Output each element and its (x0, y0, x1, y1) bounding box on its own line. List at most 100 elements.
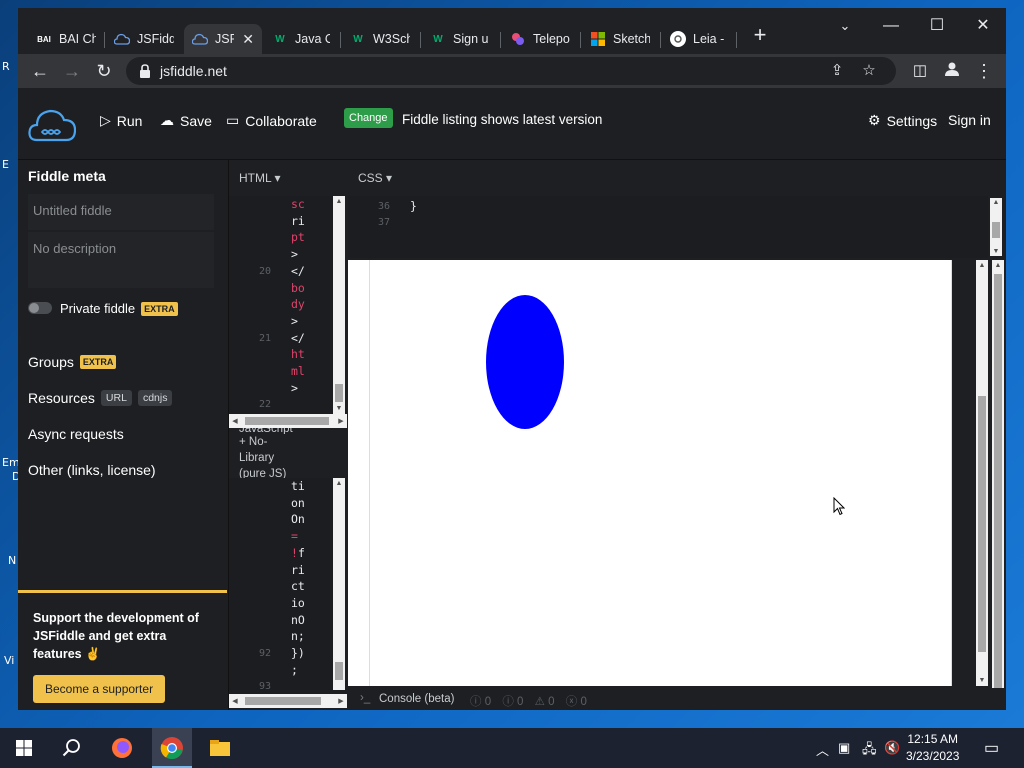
tab-jsfiddle-active[interactable]: JSFi ✕ (184, 24, 262, 54)
tab-search-chevron-icon[interactable]: ⌄ (822, 14, 868, 38)
scroll-right-arrow[interactable]: ▶ (335, 697, 347, 705)
tab-java[interactable]: W Java O (264, 24, 338, 54)
code-line: = (291, 529, 298, 544)
js-code-editor[interactable]: ti on On = !f ri ct io nO n; 92}); 93 (229, 478, 335, 692)
run-button[interactable]: ▷ Run (100, 112, 142, 129)
chrome-taskbar-button[interactable] (152, 728, 192, 768)
page-vertical-scrollbar[interactable]: ▲ ▼ (992, 260, 1004, 710)
sidebar-item-groups[interactable]: Groups EXTRA (28, 354, 117, 370)
settings-button[interactable]: ⚙ Settings (868, 112, 937, 129)
scroll-thumb[interactable] (335, 384, 343, 402)
back-button[interactable]: ← (28, 59, 52, 83)
scroll-thumb[interactable] (245, 697, 321, 705)
code-line: !f (291, 545, 305, 560)
show-hidden-icons-chevron-icon[interactable]: ︿ (816, 740, 829, 759)
js-horizontal-scrollbar[interactable]: ◀ ▶ (229, 694, 347, 708)
close-icon[interactable]: ✕ (242, 31, 254, 48)
result-frame[interactable] (370, 260, 952, 686)
js-panel-label[interactable]: JavaScript + No- Library (pure JS) (239, 428, 297, 482)
sidebar-item-async[interactable]: Async requests (28, 426, 124, 442)
scroll-left-arrow[interactable]: ◀ (229, 697, 241, 705)
scroll-down-arrow[interactable]: ▼ (990, 248, 1002, 255)
scroll-thumb[interactable] (992, 222, 1000, 238)
scroll-thumb[interactable] (994, 274, 1002, 694)
sign-in-button[interactable]: Sign in (948, 112, 991, 128)
scroll-up-arrow[interactable]: ▲ (333, 198, 345, 205)
tab-strip: BAI BAI Ch JSFiddl JSFi ✕ W Java O W W3S… (18, 8, 1006, 54)
scroll-down-arrow[interactable]: ▼ (976, 677, 988, 684)
jsfiddle-cloud-icon (114, 31, 130, 47)
html-panel-label[interactable]: HTML ▾ (239, 171, 281, 185)
share-icon[interactable]: ⇪ (828, 62, 846, 80)
volume-muted-icon[interactable]: 🔇 (884, 740, 900, 756)
scroll-thumb[interactable] (245, 417, 329, 425)
desktop-icon-label[interactable]: N (8, 554, 16, 567)
url-badge[interactable]: URL (100, 390, 132, 406)
tab-leia[interactable]: Leia - (662, 24, 736, 54)
profile-icon[interactable] (940, 59, 964, 83)
clock-time: 12:15 AM (907, 732, 959, 746)
scroll-up-arrow[interactable]: ▲ (992, 262, 1004, 269)
desktop-icon-label[interactable]: R (2, 60, 10, 73)
search-icon[interactable] (58, 734, 86, 762)
close-window-button[interactable]: ✕ (960, 14, 1006, 38)
scroll-up-arrow[interactable]: ▲ (333, 480, 345, 487)
jsfiddle-logo-icon[interactable] (28, 108, 77, 147)
result-vertical-scrollbar[interactable]: ▲ ▼ (976, 260, 988, 686)
network-icon[interactable]: 🖧 (862, 740, 877, 762)
private-toggle[interactable] (28, 302, 52, 314)
save-button[interactable]: ☁ Save (160, 112, 212, 129)
css-code-editor[interactable]: 36} 37 (348, 196, 988, 258)
firefox-icon[interactable] (108, 734, 136, 762)
bookmark-star-icon[interactable]: ☆ (860, 62, 878, 80)
notification-icon[interactable]: ▭ (984, 738, 999, 758)
menu-dots-icon[interactable]: ⋮ (972, 59, 996, 83)
become-supporter-button[interactable]: Become a supporter (33, 675, 166, 703)
fiddle-description-field[interactable]: No description (28, 232, 214, 288)
tab-teleport[interactable]: Telepo (502, 24, 578, 54)
html-horizontal-scrollbar[interactable]: ◀ ▶ (229, 414, 347, 428)
scroll-thumb[interactable] (978, 396, 986, 652)
side-panel-icon[interactable]: ◫ (908, 59, 932, 83)
desktop-icon-label[interactable]: E (2, 158, 9, 171)
tab-w3schools[interactable]: W W3Sch (342, 24, 418, 54)
scroll-down-arrow[interactable]: ▼ (333, 405, 345, 412)
scroll-right-arrow[interactable]: ▶ (335, 417, 347, 425)
tab-sketch[interactable]: Sketch (582, 24, 658, 54)
clock[interactable]: 12:15 AM 3/23/2023 (906, 731, 959, 765)
scroll-left-arrow[interactable]: ◀ (229, 417, 241, 425)
js-label-line: + No- (239, 436, 268, 448)
sidebar-item-other[interactable]: Other (links, license) (28, 462, 156, 478)
address-bar[interactable]: jsfiddle.net ⇪ ☆ (126, 57, 896, 85)
code-line: ri (291, 213, 305, 228)
js-vertical-scrollbar[interactable]: ▲ (333, 478, 345, 690)
desktop-icon-label[interactable]: Vi (4, 654, 14, 667)
change-badge[interactable]: Change (344, 108, 393, 128)
css-panel-label[interactable]: CSS ▾ (358, 171, 392, 185)
minimize-button[interactable]: — (868, 14, 914, 38)
scroll-up-arrow[interactable]: ▲ (990, 199, 1002, 206)
html-code-editor[interactable]: sc ri pt >20 </bo dy >21 </ht ml >22 (229, 196, 335, 414)
console-bar[interactable]: ›_ Console (beta) ⓘ 0 ⓘ 0 ⚠ 0 ⓧ 0 (348, 688, 1006, 710)
file-explorer-icon[interactable] (206, 734, 234, 762)
forward-button[interactable]: → (60, 59, 84, 83)
network-status-icon[interactable]: ▣ (838, 740, 850, 756)
css-vertical-scrollbar[interactable]: ▲ ▼ (990, 198, 1002, 256)
cdnjs-badge[interactable]: cdnjs (137, 390, 173, 406)
scroll-thumb[interactable] (335, 662, 343, 680)
reload-button[interactable]: ↻ (92, 59, 116, 83)
tab-signup[interactable]: W Sign u (422, 24, 498, 54)
code-line: ht (291, 347, 305, 362)
collaborate-button[interactable]: ▭ Collaborate (226, 112, 317, 129)
windows-start-icon[interactable] (10, 734, 38, 762)
code-line: io (291, 595, 305, 610)
sidebar-item-resources[interactable]: Resources URL cdnjs (28, 390, 173, 406)
tab-jsfiddle-1[interactable]: JSFiddl (106, 24, 182, 54)
tab-bai[interactable]: BAI BAI Ch (28, 24, 104, 54)
scroll-up-arrow[interactable]: ▲ (976, 262, 988, 269)
html-vertical-scrollbar[interactable]: ▲ ▼ (333, 196, 345, 414)
maximize-button[interactable]: ☐ (914, 14, 960, 38)
fiddle-title-field[interactable]: Untitled fiddle (28, 194, 214, 230)
new-tab-button[interactable]: + (748, 24, 772, 48)
clock-date: 3/23/2023 (906, 749, 960, 763)
